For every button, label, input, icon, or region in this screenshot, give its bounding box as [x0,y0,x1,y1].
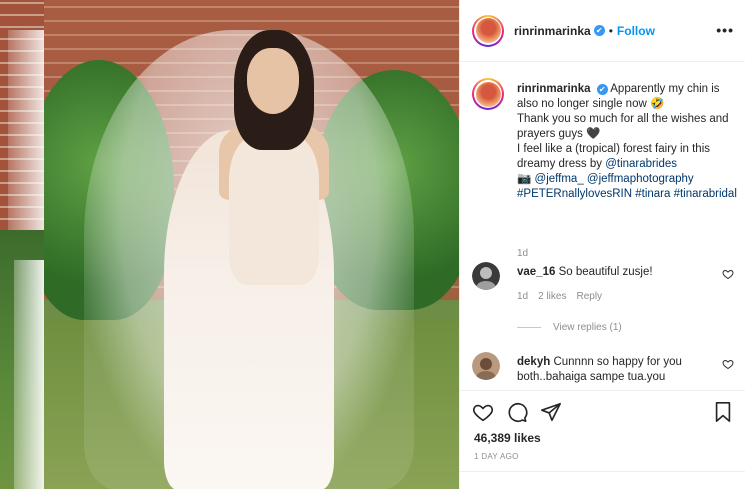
commenter-username[interactable]: dekyh [517,356,550,368]
like-comment-heart-icon[interactable] [722,358,734,370]
commenter-avatar[interactable] [472,262,500,290]
replies-divider-line [517,327,541,328]
add-comment-area[interactable] [460,471,745,489]
separator-dot: • [608,23,613,38]
comment-bubble-icon[interactable] [506,401,528,423]
verified-badge-icon: ✔ [596,84,608,95]
caption-hashtags[interactable]: #PETERnallylovesRIN #tinara #tinarabrida… [517,188,737,200]
caption-username[interactable]: rinrinmarinka [517,83,591,95]
like-comment-heart-icon[interactable] [722,268,734,280]
previous-post-image[interactable] [0,0,44,489]
post-side-panel: rinrinmarinka ✔ • Follow ••• rinrinmarin… [459,0,745,489]
comments-list[interactable]: rinrinmarinka ✔ Apparently my chin is al… [460,62,745,390]
post-header: rinrinmarinka ✔ • Follow ••• [460,0,745,62]
camera-icon: 📷 [517,173,532,185]
reply-button[interactable]: Reply [576,291,602,302]
mention-designer-link[interactable]: @tinarabrides [605,158,677,170]
author-username[interactable]: rinrinmarinka [514,24,591,38]
gown-bodice [229,135,319,285]
post-photo[interactable] [44,0,459,489]
mention-photographer-link[interactable]: @jeffma_ [535,173,584,185]
mention-photography-link[interactable]: @jeffmaphotography [587,173,694,185]
caption-line-2: Thank you so much for all the wishes and… [517,113,729,140]
author-avatar[interactable] [472,14,504,47]
share-paper-plane-icon[interactable] [540,401,562,423]
comment-body: So beautiful zusje! [558,266,653,278]
verified-badge-icon: ✔ [593,25,605,36]
follow-button[interactable]: Follow [617,24,655,38]
like-heart-icon[interactable] [472,401,494,423]
view-replies-label: View replies (1) [553,322,622,333]
bride-face [247,48,299,114]
comment-text: vae_16 So beautiful zusje! [517,265,707,280]
commenter-username[interactable]: vae_16 [517,266,555,278]
comment-meta: 1d 2 likes Reply [517,291,602,302]
action-icons [472,401,562,423]
veil-fragment [8,30,44,230]
comment-text: dekyh Cunnnn so happy for you both..baha… [517,355,707,385]
save-bookmark-icon[interactable] [712,401,734,428]
caption-avatar[interactable] [472,78,504,110]
post-actions: 46,389 likes 1 DAY AGO [460,390,745,489]
likes-count[interactable]: 46,389 likes [474,431,541,445]
dress-fragment [14,260,44,489]
post-date[interactable]: 1 DAY AGO [474,452,519,461]
commenter-avatar[interactable] [472,352,500,380]
comment-time[interactable]: 1d [517,291,528,302]
more-options-icon[interactable]: ••• [716,22,734,38]
comment-likes[interactable]: 2 likes [538,291,566,302]
view-replies-button[interactable]: View replies (1) [517,322,622,333]
caption-time[interactable]: 1d [517,248,528,259]
caption-text: rinrinmarinka ✔ Apparently my chin is al… [517,82,737,202]
